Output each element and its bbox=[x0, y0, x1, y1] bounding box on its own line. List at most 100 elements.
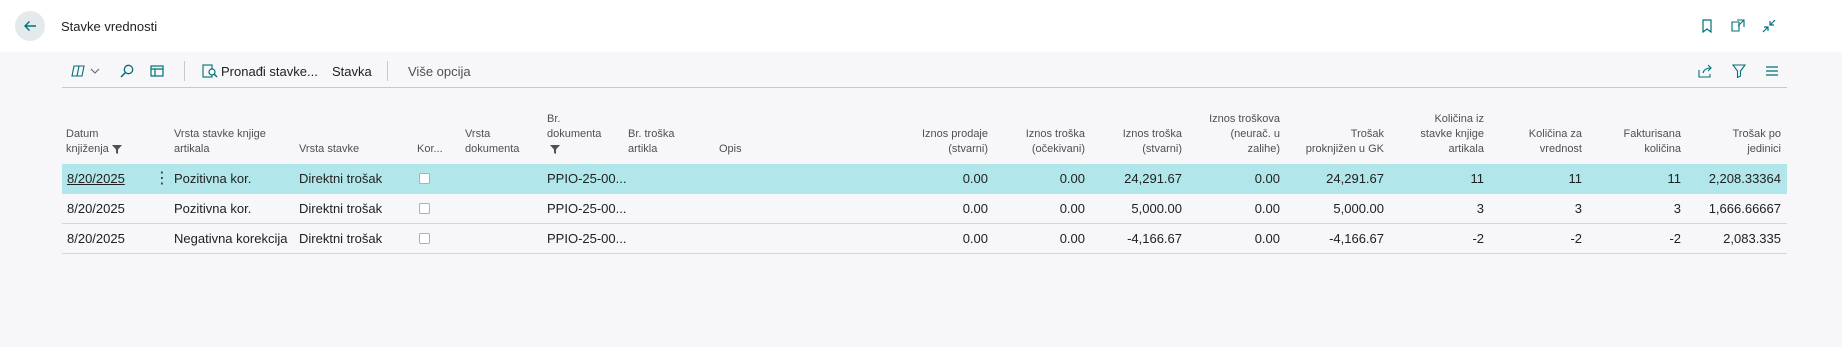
col-header-line: Br. bbox=[547, 113, 561, 125]
col-header-line: Iznos troškova bbox=[1209, 113, 1280, 125]
col-header-cost-amount-non-invtbl[interactable]: Iznos troškova (neurač. u zalihe) bbox=[1192, 112, 1280, 157]
cell-posting-date[interactable]: 8/20/2025 bbox=[67, 194, 125, 224]
copilot-menu-button[interactable] bbox=[70, 56, 100, 86]
col-header-line: Trošak po bbox=[1732, 128, 1781, 140]
row-actions-menu-icon[interactable]: ⋮ bbox=[154, 164, 170, 194]
cell-cost-amount-expected: 0.00 bbox=[1059, 201, 1085, 216]
col-header-cost-amount-expected[interactable]: Iznos troška (očekivani) bbox=[998, 127, 1085, 157]
col-header-document-type[interactable]: Vrsta dokumenta bbox=[465, 127, 535, 157]
cell-cost-amount-actual: 24,291.67 bbox=[1124, 171, 1182, 186]
col-header-cost-amount-actual[interactable]: Iznos troška (stvarni) bbox=[1095, 127, 1182, 157]
col-header-line: Iznos prodaje bbox=[921, 128, 988, 140]
correction-checkbox[interactable] bbox=[419, 233, 430, 244]
collapse-icon[interactable] bbox=[1759, 16, 1779, 36]
copilot-icon bbox=[71, 65, 85, 77]
filter-icon bbox=[111, 144, 122, 154]
col-header-cost-per-unit[interactable]: Trošak po jedinici bbox=[1696, 127, 1781, 157]
col-header-line: Vrsta stavke knjige bbox=[174, 128, 266, 140]
edit-list-button[interactable] bbox=[150, 56, 164, 86]
col-header-line: proknjižen u GK bbox=[1305, 143, 1384, 155]
page-header: Stavke vrednosti bbox=[0, 0, 1842, 52]
col-header-posting-date[interactable]: Datum knjiženja bbox=[66, 127, 136, 157]
cell-cost-posted-to-gl: 5,000.00 bbox=[1333, 201, 1384, 216]
col-header-correction[interactable]: Kor... bbox=[417, 142, 447, 157]
col-header-invoiced-qty[interactable]: Fakturisana količina bbox=[1602, 127, 1681, 157]
cell-ile-qty: 11 bbox=[1470, 171, 1485, 186]
col-header-line: knjiženja bbox=[66, 143, 109, 155]
cell-cost-amount-non-invtbl: 0.00 bbox=[1254, 201, 1280, 216]
cell-cost-per-unit: 1,666.66667 bbox=[1708, 201, 1781, 216]
col-header-cost-posted-to-gl[interactable]: Trošak proknjižen u GK bbox=[1284, 127, 1384, 157]
cell-posting-date[interactable]: 8/20/2025 bbox=[67, 224, 125, 254]
col-header-line: (očekivani) bbox=[1031, 143, 1085, 155]
arrow-left-icon bbox=[24, 21, 36, 31]
cell-posting-date[interactable]: 8/20/2025 bbox=[67, 164, 125, 194]
col-header-line: vrednost bbox=[1539, 143, 1582, 155]
search-button[interactable] bbox=[120, 56, 134, 86]
table-row[interactable]: 8/20/2025 ⋮ Pozitivna kor. Direktni troš… bbox=[62, 164, 1787, 194]
col-header-description[interactable]: Opis bbox=[719, 142, 799, 157]
col-header-line: artikala bbox=[174, 143, 210, 155]
cell-sales-amount-actual: 0.00 bbox=[962, 231, 988, 246]
table-row[interactable]: 8/20/2025 Pozitivna kor. Direktni trošak… bbox=[62, 194, 1787, 224]
cell-invoiced-qty: 11 bbox=[1667, 171, 1682, 186]
col-header-line: Iznos troška bbox=[1122, 128, 1182, 140]
open-new-window-icon[interactable] bbox=[1728, 16, 1748, 36]
search-icon bbox=[120, 64, 134, 78]
cell-ile-type: Pozitivna kor. bbox=[174, 171, 252, 186]
cell-invoiced-qty: -2 bbox=[1669, 231, 1681, 246]
col-header-line: dokumenta bbox=[465, 143, 520, 155]
cell-document-no[interactable]: PPIO-25-00... bbox=[547, 224, 626, 254]
col-header-sales-amount-actual[interactable]: Iznos prodaje (stvarni) bbox=[902, 127, 988, 157]
cell-cost-per-unit: 2,208.33364 bbox=[1708, 171, 1781, 186]
toolbar-separator bbox=[387, 61, 388, 81]
col-header-line: (stvarni) bbox=[948, 143, 988, 155]
correction-checkbox[interactable] bbox=[419, 203, 430, 214]
cell-cost-amount-non-invtbl: 0.00 bbox=[1254, 171, 1280, 186]
cell-document-no[interactable]: PPIO-25-00... bbox=[547, 194, 626, 224]
action-bar: Pronađi stavke... Stavka Više opcija bbox=[62, 56, 1787, 88]
cell-cost-amount-actual: -4,166.67 bbox=[1127, 231, 1182, 246]
col-header-line: zalihe) bbox=[1247, 143, 1280, 155]
col-header-line: Iznos troška bbox=[1025, 128, 1085, 140]
col-header-valued-qty[interactable]: Količina za vrednost bbox=[1502, 127, 1582, 157]
col-header-item-charge-no[interactable]: Br. troška artikla bbox=[628, 127, 698, 157]
edit-list-icon bbox=[150, 65, 164, 77]
col-header-item-ledger-entry-type[interactable]: Vrsta stavke knjige artikala bbox=[174, 127, 284, 157]
page-title: Stavke vrednosti bbox=[61, 19, 158, 34]
col-header-line: Vrsta bbox=[465, 128, 491, 140]
chevron-down-icon bbox=[90, 68, 100, 74]
find-entries-button[interactable]: Pronađi stavke... bbox=[202, 56, 318, 86]
more-options-button[interactable]: Više opcija bbox=[408, 56, 471, 86]
cell-ile-type: Negativna korekcija bbox=[174, 231, 288, 246]
correction-checkbox[interactable] bbox=[419, 173, 430, 184]
cell-entry-type: Direktni trošak bbox=[299, 171, 383, 186]
col-header-document-no[interactable]: Br. dokumenta bbox=[547, 112, 617, 157]
col-header-line: Trošak bbox=[1350, 128, 1384, 140]
cell-document-no[interactable]: PPIO-25-00... bbox=[547, 164, 626, 194]
bookmark-icon[interactable] bbox=[1697, 16, 1717, 36]
filter-pane-button[interactable] bbox=[1732, 56, 1746, 86]
share-button[interactable] bbox=[1698, 56, 1713, 86]
col-header-item-ledger-entry-qty[interactable]: Količina iz stavke knjige artikala bbox=[1396, 112, 1484, 157]
col-header-line: jedinici bbox=[1747, 143, 1781, 155]
col-header-line: Količina za bbox=[1528, 128, 1582, 140]
cell-ile-qty: -2 bbox=[1472, 231, 1484, 246]
col-header-line: artikala bbox=[1448, 143, 1484, 155]
col-header-line: Datum bbox=[66, 128, 99, 140]
cell-cost-per-unit: 2,083.335 bbox=[1723, 231, 1781, 246]
cell-cost-amount-expected: 0.00 bbox=[1059, 231, 1085, 246]
cell-valued-qty: 11 bbox=[1568, 171, 1583, 186]
toolbar-separator bbox=[184, 61, 185, 81]
col-header-line: (neurač. u bbox=[1230, 128, 1280, 140]
table-row[interactable]: 8/20/2025 Negativna korekcija Direktni t… bbox=[62, 224, 1787, 254]
entry-menu-button[interactable]: Stavka bbox=[332, 56, 372, 86]
filter-icon bbox=[1732, 64, 1746, 78]
cell-valued-qty: -2 bbox=[1570, 231, 1582, 246]
list-view-button[interactable] bbox=[1765, 56, 1779, 86]
col-header-entry-type[interactable]: Vrsta stavke bbox=[299, 142, 399, 157]
cell-valued-qty: 3 bbox=[1574, 201, 1582, 216]
filter-icon bbox=[550, 144, 560, 154]
more-options-label: Više opcija bbox=[408, 63, 471, 79]
back-button[interactable] bbox=[15, 11, 45, 41]
